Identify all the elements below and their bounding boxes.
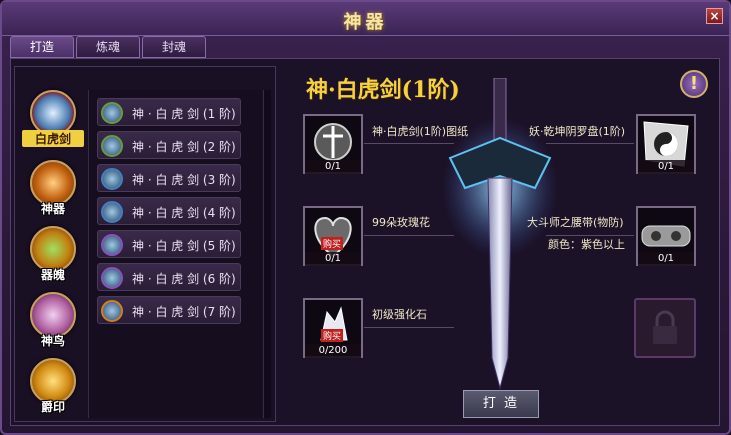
title-bar: 神器 ×	[2, 2, 729, 36]
locked-slot	[634, 298, 696, 358]
sword-icon	[101, 201, 123, 223]
list-item[interactable]: 神 · 白 虎 剑 (4 阶)	[97, 197, 241, 225]
category-label: 器魄	[40, 268, 65, 282]
connector-line	[364, 327, 454, 328]
sword-icon	[101, 168, 123, 190]
category-jueyin[interactable]: 爵印	[22, 358, 78, 420]
category-label: 白虎剑	[22, 130, 84, 147]
sword-icon	[101, 102, 123, 124]
category-label: 神鸟	[40, 334, 65, 348]
connector-line	[364, 143, 454, 144]
category-shenniao[interactable]: 神鸟	[22, 292, 78, 354]
sword-icon	[101, 300, 123, 322]
material-count: 0/1	[305, 160, 361, 174]
list-item[interactable]: 神 · 白 虎 剑 (2 阶)	[97, 131, 241, 159]
material-count: 0/1	[305, 252, 361, 266]
craft-button[interactable]: 打 造	[463, 390, 539, 418]
material-name: 99朵玫瑰花	[372, 216, 430, 229]
category-qipo[interactable]: 器魄	[22, 226, 78, 288]
material-slot-roses[interactable]: 购买 0/1	[303, 206, 363, 266]
window-title: 神器	[343, 12, 388, 33]
buy-tag[interactable]: 购买	[321, 237, 344, 250]
list-item-label: 神 · 白 虎 剑 (7 阶)	[132, 305, 236, 319]
material-slot-blueprint[interactable]: 0/1	[303, 114, 363, 174]
material-name: 神·白虎剑(1阶)图纸	[372, 125, 469, 138]
material-name: 初级强化石	[372, 308, 427, 321]
list-item[interactable]: 神 · 白 虎 剑 (1 阶)	[97, 98, 241, 126]
list-item[interactable]: 神 · 白 虎 剑 (7 阶)	[97, 296, 241, 324]
sword-icon	[101, 135, 123, 157]
sword-icon	[101, 267, 123, 289]
list-item-label: 神 · 白 虎 剑 (6 阶)	[132, 272, 236, 286]
material-slot-belt[interactable]: 0/1	[636, 206, 696, 266]
tab-refine-soul[interactable]: 炼魂	[76, 36, 140, 58]
category-baihujian[interactable]: 白虎剑	[22, 90, 84, 152]
material-name: 妖·乾坤阴罗盘(1阶)	[529, 125, 626, 138]
buy-tag[interactable]: 购买	[321, 329, 344, 342]
material-count: 0/200	[305, 344, 361, 358]
material-slot-stone[interactable]: 购买 0/200	[303, 298, 363, 358]
list-item-label: 神 · 白 虎 剑 (3 阶)	[132, 173, 236, 187]
sword-icon	[101, 234, 123, 256]
list-item[interactable]: 神 · 白 虎 剑 (5 阶)	[97, 230, 241, 258]
tab-forge[interactable]: 打造	[10, 36, 74, 58]
material-name: 大斗师之腰带(物防)	[527, 216, 624, 229]
help-button[interactable]: !	[680, 70, 708, 98]
material-requirement: 颜色：紫色以上	[548, 238, 625, 251]
connector-line	[364, 235, 454, 236]
list-item-label: 神 · 白 虎 剑 (4 阶)	[132, 206, 236, 220]
lock-icon	[653, 310, 677, 344]
close-button[interactable]: ×	[706, 8, 723, 24]
tab-seal-soul[interactable]: 封魂	[142, 36, 206, 58]
category-label: 神器	[40, 202, 65, 216]
list-item[interactable]: 神 · 白 虎 剑 (6 阶)	[97, 263, 241, 291]
material-slot-compass[interactable]: 0/1	[636, 114, 696, 174]
category-label: 爵印	[40, 400, 65, 414]
list-item-label: 神 · 白 虎 剑 (1 阶)	[132, 107, 236, 121]
recipe-list: 神 · 白 虎 剑 (1 阶) 神 · 白 虎 剑 (2 阶) 神 · 白 虎 …	[88, 90, 262, 418]
item-title: 神·白虎剑(1阶)	[306, 77, 460, 103]
connector-line	[546, 143, 634, 144]
list-item-label: 神 · 白 虎 剑 (2 阶)	[132, 140, 236, 154]
list-item-label: 神 · 白 虎 剑 (5 阶)	[132, 239, 236, 253]
list-item[interactable]: 神 · 白 虎 剑 (3 阶)	[97, 164, 241, 192]
material-count: 0/1	[638, 160, 694, 174]
material-count: 0/1	[638, 252, 694, 266]
scrollbar[interactable]	[263, 90, 271, 418]
category-shenqi[interactable]: 神器	[22, 160, 78, 222]
